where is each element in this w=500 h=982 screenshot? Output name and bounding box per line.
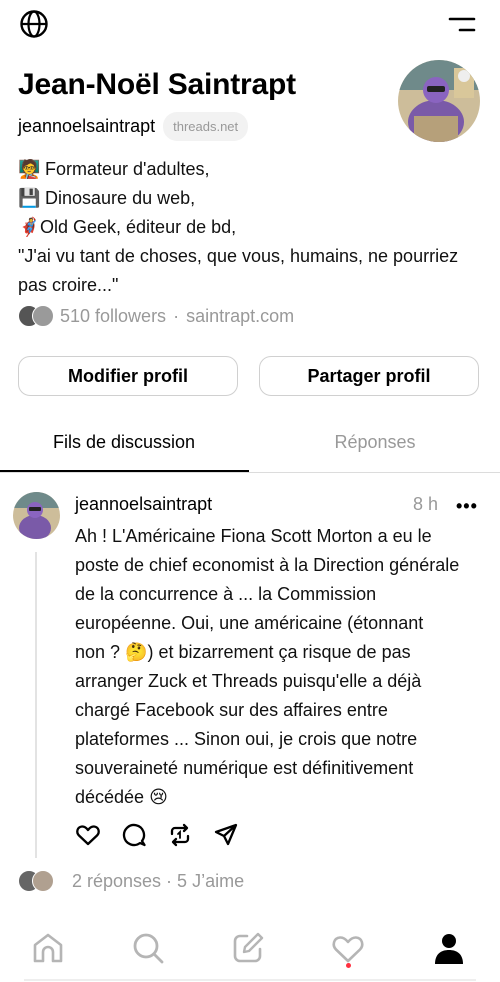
post-actions (75, 822, 239, 848)
globe-icon[interactable] (19, 9, 49, 39)
tab-threads[interactable]: Fils de discussion (0, 432, 248, 453)
website-link[interactable]: saintrapt.com (186, 306, 294, 327)
post-line: chargé Facebook sur des affaires entre (75, 700, 388, 720)
post-line: souveraineté numérique est définitivemen… (75, 758, 414, 778)
profile-handle: jeannoelsaintrapt (18, 116, 156, 136)
handle-row: jeannoelsaintrapt threads.net (18, 112, 249, 141)
post-line: décédée 😢 (75, 787, 168, 807)
followers-row: 510 followers · saintrapt.com (18, 305, 294, 327)
follower-avatar (32, 305, 54, 327)
post-line: Ah ! L'Américaine Fiona Scott Morton a e… (75, 526, 432, 546)
post-line: arranger Zuck et Threads puisqu'elle a d… (75, 671, 422, 691)
bio-line: 💾 Dinosaure du web, (18, 184, 488, 213)
post-line: non ? 🤔) et bizarrement ça risque de pas (75, 642, 411, 662)
more-options-icon[interactable]: ••• (456, 496, 478, 517)
profile-icon[interactable] (431, 930, 467, 966)
profile-bio: 🧑‍🏫 Formateur d'adultes, 💾 Dinosaure du … (18, 155, 488, 300)
repost-icon[interactable] (167, 822, 193, 848)
avatar-image (13, 492, 60, 539)
compose-icon[interactable] (230, 930, 266, 966)
activity-icon[interactable] (330, 930, 366, 966)
post-line: de la concurrence à ... la Commission (75, 584, 377, 604)
bio-line: 🧑‍🏫 Formateur d'adultes, (18, 155, 488, 184)
bio-line: 🦸Old Geek, éditeur de bd, (18, 213, 488, 242)
profile-name: Jean-Noël Saintrapt (18, 68, 296, 101)
home-icon[interactable] (30, 930, 66, 966)
superhero-emoji: 🦸 (18, 217, 41, 237)
heart-icon[interactable] (75, 822, 101, 848)
post-line: poste de chief economist à la Direction … (75, 555, 460, 575)
home-indicator (24, 979, 476, 981)
post-line: plateformes ... Sinon oui, je crois que … (75, 729, 418, 749)
comment-icon[interactable] (121, 822, 147, 848)
notification-dot (346, 963, 351, 968)
reply-avatar (32, 870, 54, 892)
bottom-nav (0, 922, 500, 982)
post-stats: 2 réponses · 5 J’aime (18, 870, 244, 892)
search-icon[interactable] (130, 930, 166, 966)
post-avatar[interactable] (13, 492, 60, 539)
edit-profile-button[interactable]: Modifier profil (18, 356, 238, 396)
share-profile-button[interactable]: Partager profil (259, 356, 479, 396)
post-body: Ah ! L'Américaine Fiona Scott Morton a e… (75, 522, 485, 812)
follower-avatars (18, 305, 54, 327)
floppy-emoji: 💾 (18, 188, 41, 208)
teacher-emoji: 🧑‍🏫 (18, 159, 41, 179)
share-icon[interactable] (213, 822, 239, 848)
followers-count[interactable]: 510 followers (60, 306, 166, 327)
menu-icon[interactable] (448, 14, 476, 36)
post-timestamp: 8 h (413, 494, 439, 514)
avatar-image (398, 60, 480, 142)
bio-quote: "J'ai vu tant de choses, que vous, humai… (18, 246, 459, 295)
domain-pill[interactable]: threads.net (163, 112, 249, 141)
profile-avatar[interactable] (398, 60, 480, 142)
tab-replies[interactable]: Réponses (250, 432, 500, 453)
post-line: européenne. Oui, une américaine (étonnan… (75, 613, 424, 633)
post-username[interactable]: jeannoelsaintrapt (75, 494, 212, 515)
active-tab-indicator (0, 470, 249, 472)
thread-line (35, 552, 37, 858)
top-bar (0, 0, 500, 50)
separator: · (173, 305, 180, 326)
reply-avatars (18, 870, 54, 892)
profile-tabs: Fils de discussion Réponses (0, 420, 500, 473)
replies-likes-count[interactable]: 2 réponses · 5 J’aime (72, 871, 244, 892)
